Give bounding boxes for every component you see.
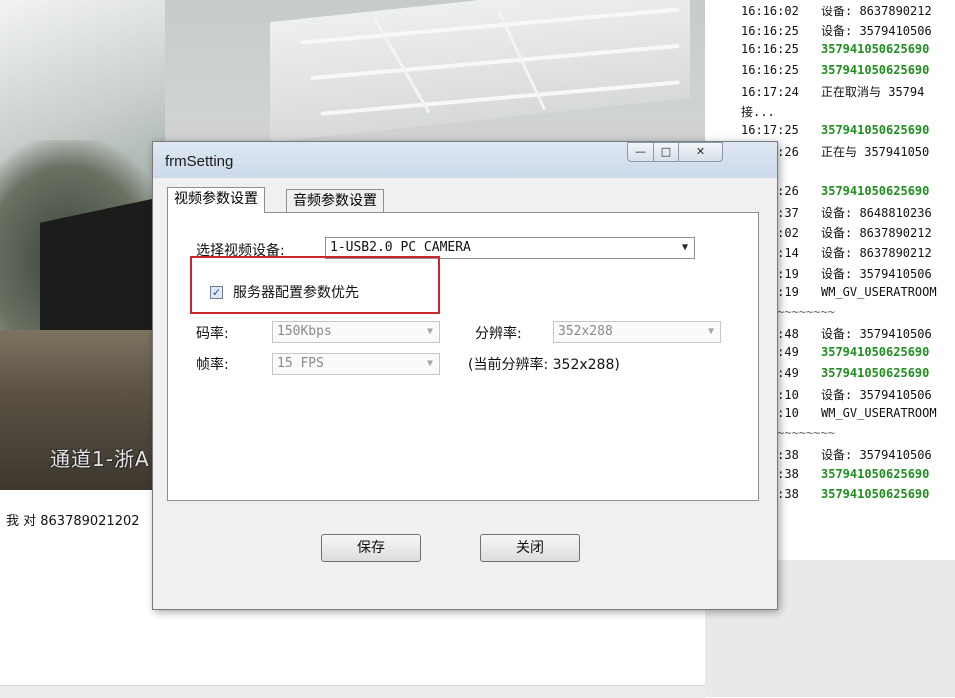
log-message: 357941050625690 xyxy=(821,123,930,138)
log-row: 16:17:25 357941050625690 xyxy=(741,123,929,137)
log-message: 设备: 3579410506 xyxy=(821,327,932,342)
current-resolution-text: (当前分辨率: 352x288) xyxy=(468,357,620,373)
minimize-button[interactable]: — xyxy=(627,142,654,162)
log-row: 16:16:02 设备: 8637890212 xyxy=(741,6,932,19)
log-message: 357941050625690 xyxy=(821,365,930,380)
log-message: 设备: 3579410506 xyxy=(821,448,932,463)
log-time: 16:17:25 xyxy=(741,123,799,138)
resolution-value: 352x288 xyxy=(558,324,613,339)
maximize-button[interactable]: □ xyxy=(653,142,679,162)
fps-label: 帧率: xyxy=(196,357,229,373)
tab-video-settings[interactable]: 视频参数设置 xyxy=(167,187,265,213)
log-message: 357941050625690 xyxy=(821,345,930,360)
log-message: 设备: 8637890212 xyxy=(821,246,932,261)
fps-select[interactable]: 15 FPS ▼ xyxy=(272,353,440,375)
bitrate-label: 码率: xyxy=(196,326,229,342)
log-message: WM_GV_USERATROOM xyxy=(821,284,937,299)
fps-value: 15 FPS xyxy=(277,356,324,371)
maximize-icon: □ xyxy=(660,145,672,158)
log-message: 正在与 357941050 xyxy=(821,145,930,160)
chevron-down-icon: ▼ xyxy=(426,358,433,369)
bitrate-value: 150Kbps xyxy=(277,324,332,339)
status-line: 我 对 863789021202 xyxy=(6,514,140,529)
log-time: 16:17:24 xyxy=(741,84,799,99)
log-time: 16:16:02 xyxy=(741,6,799,18)
log-message: 357941050625690 xyxy=(821,486,930,501)
log-message: 357941050625690 xyxy=(821,42,930,57)
bitrate-select[interactable]: 150Kbps ▼ xyxy=(272,321,440,343)
log-row: 接... xyxy=(741,103,821,120)
resolution-select[interactable]: 352x288 ▼ xyxy=(553,321,721,343)
chevron-down-icon: ▼ xyxy=(426,326,433,337)
channel-overlay: 通道1-浙A xyxy=(50,447,150,471)
log-row: 16:16:25 357941050625690 xyxy=(741,63,929,77)
log-time: 接... xyxy=(741,105,775,119)
save-button[interactable]: 保存 xyxy=(321,534,421,562)
minimize-icon: — xyxy=(635,145,646,158)
settings-dialog: frmSetting — □ ✕ 视频参数设置 音频参数设置 选择视频设备: 1… xyxy=(152,141,778,610)
log-message: 357941050625690 xyxy=(821,466,930,481)
highlight-box xyxy=(190,256,440,314)
dialog-title: frmSetting xyxy=(165,153,234,170)
log-time: 16:16:25 xyxy=(741,42,799,57)
log-message: 357941050625690 xyxy=(821,62,930,77)
video-device-value: 1-USB2.0 PC CAMERA xyxy=(330,240,471,255)
close-window-button[interactable]: ✕ xyxy=(678,142,723,162)
chevron-down-icon: ▼ xyxy=(681,242,688,253)
close-icon: ✕ xyxy=(695,145,706,158)
log-row: 16:16:25 357941050625690 xyxy=(741,42,929,56)
bottom-strip xyxy=(0,685,705,698)
log-row: 16:16:25 设备: 3579410506 xyxy=(741,22,932,39)
log-message: 设备: 3579410506 xyxy=(821,24,932,39)
chevron-down-icon: ▼ xyxy=(707,326,714,337)
log-message: WM_GV_USERATROOM xyxy=(821,406,937,420)
log-message: 设备: 8637890212 xyxy=(821,226,932,241)
log-time: 16:16:25 xyxy=(741,62,799,77)
log-message: 正在取消与 35794 xyxy=(821,84,925,99)
log-message: 设备: 3579410506 xyxy=(821,266,932,281)
resolution-label: 分辨率: xyxy=(475,326,522,342)
log-message: 设备: 8648810236 xyxy=(821,206,932,220)
log-time: 16:16:25 xyxy=(741,24,799,39)
close-button[interactable]: 关闭 xyxy=(480,534,580,562)
log-message: 设备: 3579410506 xyxy=(821,387,932,402)
tab-audio-settings[interactable]: 音频参数设置 xyxy=(286,189,384,212)
dialog-titlebar[interactable]: frmSetting — □ ✕ xyxy=(153,142,777,178)
log-message: 设备: 8637890212 xyxy=(821,6,932,18)
log-message: 357941050625690 xyxy=(821,183,930,198)
log-row: 16:17:24 正在取消与 35794 xyxy=(741,83,924,100)
